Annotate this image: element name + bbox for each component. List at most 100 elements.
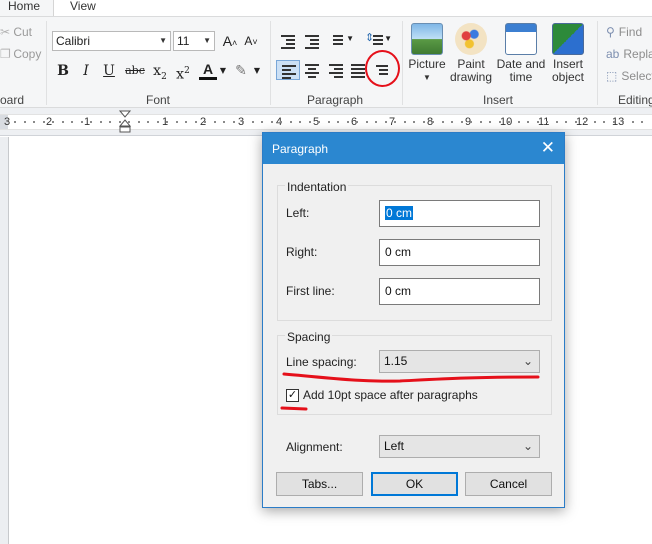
ruler-tick (43, 121, 45, 123)
line-spacing-select[interactable]: 1.15 ⌄ (379, 350, 540, 373)
font-family-select[interactable]: Calibri ▼ (52, 31, 171, 51)
subscript-label: x (153, 63, 162, 79)
ruler-tick (356, 121, 358, 123)
annotation-circle (365, 50, 400, 87)
right-indent-label: Right: (286, 245, 318, 259)
ruler-tick (404, 121, 406, 123)
align-center-button[interactable] (300, 60, 324, 80)
superscript-mark: 2 (184, 66, 190, 76)
ruler-tick (366, 121, 368, 123)
object-label-line2: object (551, 70, 585, 84)
font-size-select[interactable]: 11 ▼ (173, 31, 215, 51)
ok-button[interactable]: OK (371, 472, 458, 496)
decrease-indent-icon (281, 35, 295, 51)
subscript-button[interactable]: x2 (151, 61, 169, 82)
close-icon[interactable]: ✕ (541, 138, 555, 158)
increase-indent-button[interactable] (300, 31, 324, 51)
ruler-tick (138, 121, 140, 123)
paragraph-dialog: Paragraph ✕ Indentation Left: 0 cm Right… (262, 132, 565, 508)
strikethrough-label: abc (125, 64, 145, 77)
alignment-select[interactable]: Left ⌄ (379, 435, 540, 458)
select-all-button[interactable]: ⬚ Select (606, 69, 652, 83)
replace-button[interactable]: ab Repla (606, 47, 652, 61)
ruler-tick (423, 121, 425, 123)
ruler-tick (318, 121, 320, 123)
cancel-button[interactable]: Cancel (465, 472, 552, 496)
ruler-tick (147, 121, 149, 123)
shrink-font-button[interactable]: A˅ (243, 31, 259, 51)
caret-up-icon: ˄ (232, 38, 238, 48)
chevron-down-icon: ▼ (346, 34, 354, 43)
align-center-icon (305, 64, 319, 80)
dialog-title: Paragraph (272, 142, 329, 156)
underline-button[interactable]: U (101, 61, 117, 81)
indent-marker-icon[interactable] (119, 110, 131, 134)
alignment-value: Left (384, 439, 405, 453)
decrease-indent-button[interactable] (276, 31, 300, 51)
ruler-tick (280, 121, 282, 123)
cut-button[interactable]: ✂ Cut (0, 25, 32, 39)
ruler-tick (100, 121, 102, 123)
add-space-checkbox[interactable]: ✓ (286, 389, 299, 402)
ruler-tick (565, 121, 567, 123)
text-color-button[interactable]: A (199, 61, 217, 80)
left-indent-value: 0 cm (385, 206, 414, 220)
ruler-tick (90, 121, 92, 123)
ruler-tick (584, 121, 586, 123)
select-label: Select (621, 69, 652, 83)
ruler-tick (328, 121, 330, 123)
ruler-tick (176, 121, 178, 123)
align-right-button[interactable] (324, 60, 348, 80)
date-time-button[interactable]: Date and time (495, 23, 547, 84)
line-spacing-button[interactable]: ⇕ ▼ (364, 31, 394, 51)
chevron-down-icon[interactable]: ▼ (218, 61, 228, 81)
find-label: Find (618, 25, 643, 39)
bullet-list-button[interactable]: ▼ (326, 31, 356, 51)
underline-label: U (103, 63, 115, 79)
tab-view[interactable]: View (70, 0, 96, 16)
ruler-tick (204, 121, 206, 123)
strikethrough-button[interactable]: abc (123, 61, 147, 81)
bold-button[interactable]: B (55, 61, 71, 81)
ruler-tick (52, 121, 54, 123)
cut-label: Cut (13, 25, 33, 39)
ruler-tick (81, 121, 83, 123)
find-button[interactable]: ⚲ Find (606, 25, 642, 39)
italic-button[interactable]: I (78, 61, 94, 81)
ruler-tick (252, 121, 254, 123)
right-indent-input[interactable]: 0 cm (379, 239, 540, 266)
insert-object-button[interactable]: Insert object (542, 23, 594, 84)
chevron-down-icon[interactable]: ▼ (252, 61, 262, 81)
ruler-number: 3 (4, 116, 11, 128)
ruler-strip: 3 2 1 1 2 3 4 5 6 7 8 9 10 11 12 13 (0, 114, 652, 130)
ruler-tick (309, 121, 311, 123)
font-group-label: Font (146, 93, 171, 107)
ruler-tick (537, 121, 539, 123)
grow-font-button[interactable]: A˄ (222, 31, 238, 51)
paint-drawing-button[interactable]: Paint drawing (445, 23, 497, 84)
select-all-icon: ⬚ (606, 69, 618, 83)
dialog-titlebar[interactable]: Paragraph ✕ (263, 133, 564, 164)
tab-home[interactable]: Home (0, 0, 54, 16)
left-indent-input[interactable]: 0 cm (379, 200, 540, 227)
bold-label: B (57, 63, 69, 79)
ruler-tick (223, 121, 225, 123)
ruler-tick (299, 121, 301, 123)
ruler-tick (290, 121, 292, 123)
indentation-group-title: Indentation (285, 180, 349, 194)
align-left-button[interactable] (276, 60, 300, 80)
first-line-indent-input[interactable]: 0 cm (379, 278, 540, 305)
tabs-button[interactable]: Tabs... (276, 472, 363, 496)
superscript-button[interactable]: x2 (174, 61, 192, 83)
paint-palette-icon (455, 23, 487, 55)
text-color-label: A (202, 61, 214, 77)
chevron-down-icon: ⌄ (522, 354, 533, 368)
chevron-down-icon: ▼ (203, 36, 211, 45)
ruler-tick (527, 121, 529, 123)
copy-button[interactable]: ❐ Copy (0, 47, 41, 61)
ruler-tick (242, 121, 244, 123)
calendar-clock-icon (505, 23, 537, 55)
highlighter-icon[interactable]: ✎ (232, 61, 250, 81)
right-indent-value: 0 cm (385, 245, 412, 259)
bullet-list-icon (329, 35, 343, 47)
